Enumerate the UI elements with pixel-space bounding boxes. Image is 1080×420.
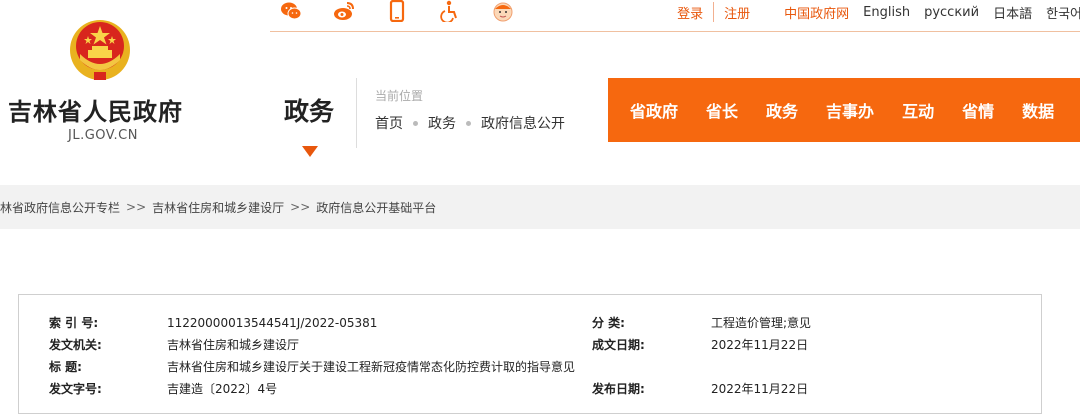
link-russian[interactable]: русский bbox=[924, 5, 979, 20]
info-row-title: 标 题: 吉林省住房和城乡建设厅关于建设工程新冠疫情常态化防控费计取的指导意见 bbox=[19, 356, 1041, 378]
link-korean[interactable]: 한국어 bbox=[1046, 3, 1080, 22]
section-arrow-icon bbox=[302, 146, 318, 157]
nav-item-affairs[interactable]: 政务 bbox=[766, 98, 798, 122]
accessibility-icon[interactable] bbox=[439, 0, 461, 22]
published-date-label: 发布日期: bbox=[592, 382, 645, 396]
nav-item-province-info[interactable]: 省情 bbox=[962, 98, 994, 122]
register-link[interactable]: 注册 bbox=[724, 3, 750, 22]
breadcrumb-item-housing-dept[interactable]: 吉林省住房和城乡建设厅 bbox=[152, 199, 284, 216]
site-domain: JL.GOV.CN bbox=[68, 128, 138, 143]
info-row-issuer: 发文机关: 吉林省住房和城乡建设厅 成文日期: 2022年11月22日 bbox=[19, 334, 1041, 356]
weibo-icon[interactable] bbox=[333, 0, 355, 22]
header-divider bbox=[356, 78, 357, 148]
info-row-docnum: 发文字号: 吉建造〔2022〕4号 发布日期: 2022年11月22日 bbox=[19, 378, 1041, 400]
national-emblem-icon[interactable] bbox=[66, 14, 134, 82]
weixin-icon[interactable] bbox=[280, 0, 302, 22]
category-label: 分 类: bbox=[592, 316, 625, 330]
topbar-links: 登录 注册 中国政府网 English русский 日本語 한국어 bbox=[677, 2, 1080, 22]
issuer-value: 吉林省住房和城乡建设厅 bbox=[167, 338, 300, 352]
site-header: 吉林省人民政府 JL.GOV.CN 政务 当前位置 首页 政务 政府信息公开 登… bbox=[0, 0, 1080, 185]
topbar-divider bbox=[270, 31, 1080, 32]
category-value: 工程造价管理;意见 bbox=[711, 316, 812, 330]
info-row-index: 索 引 号: 11220000013544541J/2022-05381 分 类… bbox=[19, 312, 1041, 334]
crumb-dot-icon bbox=[413, 120, 418, 126]
document-info-table: 索 引 号: 11220000013544541J/2022-05381 分 类… bbox=[18, 294, 1042, 414]
location-crumb-home[interactable]: 首页 bbox=[375, 113, 403, 133]
docnum-value: 吉建造〔2022〕4号 bbox=[167, 382, 278, 396]
link-english[interactable]: English bbox=[863, 5, 910, 20]
published-date-value: 2022年11月22日 bbox=[711, 382, 809, 396]
topbar-icons bbox=[280, 0, 545, 22]
issuer-label: 发文机关: bbox=[49, 338, 102, 352]
nav-item-jishiban[interactable]: 吉事办 bbox=[826, 98, 874, 122]
breadcrumb-separator: >> bbox=[290, 200, 311, 214]
created-date-label: 成文日期: bbox=[592, 338, 645, 352]
index-value: 11220000013544541J/2022-05381 bbox=[167, 316, 378, 330]
title-label: 标 题: bbox=[49, 360, 82, 374]
site-title[interactable]: 吉林省人民政府 bbox=[8, 92, 183, 127]
main-nav: 省政府 省长 政务 吉事办 互动 省情 数据 bbox=[608, 78, 1080, 142]
location-crumb-affairs[interactable]: 政务 bbox=[428, 113, 456, 133]
link-china-gov[interactable]: 中国政府网 bbox=[784, 3, 849, 22]
location-crumb-disclosure[interactable]: 政府信息公开 bbox=[481, 113, 565, 133]
nav-item-data[interactable]: 数据 bbox=[1022, 98, 1054, 122]
breadcrumb: 林省政府信息公开专栏 >> 吉林省住房和城乡建设厅 >> 政府信息公开基础平台 bbox=[0, 185, 1080, 229]
location-breadcrumb: 首页 政务 政府信息公开 bbox=[375, 113, 565, 133]
nav-item-province-gov[interactable]: 省政府 bbox=[630, 98, 678, 122]
section-title: 政务 bbox=[284, 97, 335, 126]
title-value: 吉林省住房和城乡建设厅关于建设工程新冠疫情常态化防控费计取的指导意见 bbox=[167, 360, 576, 374]
breadcrumb-item-disclosure-column[interactable]: 林省政府信息公开专栏 bbox=[0, 199, 120, 216]
nav-item-governor[interactable]: 省长 bbox=[706, 98, 738, 122]
mobile-icon[interactable] bbox=[386, 0, 408, 22]
link-japanese[interactable]: 日本語 bbox=[993, 3, 1032, 22]
elder-mode-icon[interactable] bbox=[492, 0, 514, 22]
topbar-separator bbox=[713, 2, 715, 22]
docnum-label: 发文字号: bbox=[49, 382, 102, 396]
breadcrumb-item-platform[interactable]: 政府信息公开基础平台 bbox=[316, 199, 436, 216]
index-label: 索 引 号: bbox=[49, 316, 99, 330]
login-link[interactable]: 登录 bbox=[677, 3, 703, 22]
created-date-value: 2022年11月22日 bbox=[711, 338, 809, 352]
crumb-dot-icon bbox=[466, 120, 471, 126]
location-label: 当前位置 bbox=[375, 89, 424, 103]
breadcrumb-separator: >> bbox=[126, 200, 147, 214]
nav-item-interaction[interactable]: 互动 bbox=[902, 98, 934, 122]
